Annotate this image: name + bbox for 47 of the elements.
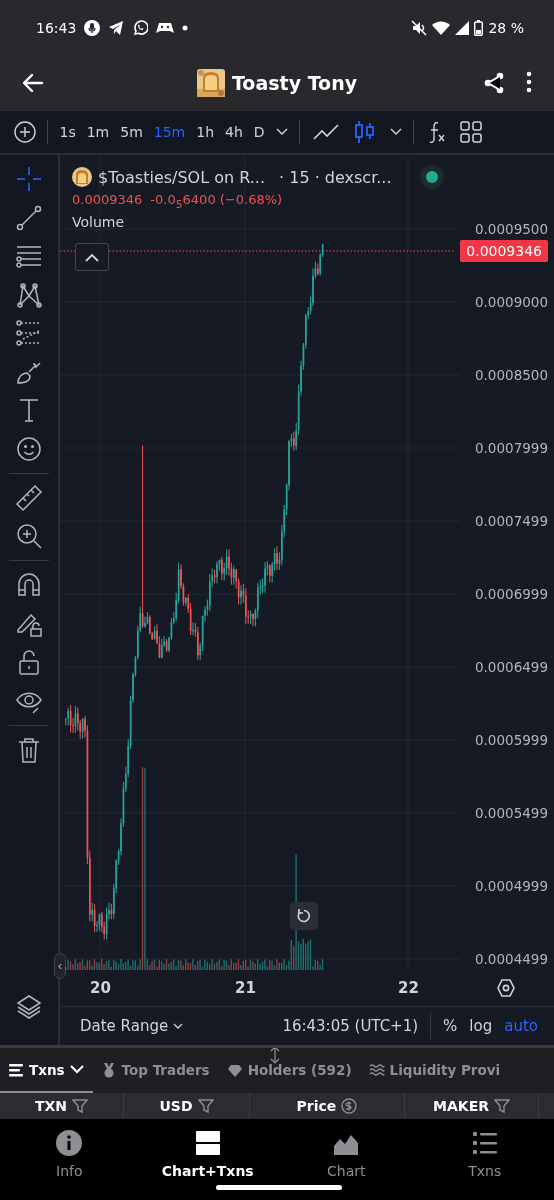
price-tick: 0.0004499 bbox=[475, 951, 548, 967]
clock-time: 16:43:05 (UTC+1) bbox=[282, 1017, 419, 1035]
price-change: -0.0$_{5}$6400 (−0.68%) bbox=[150, 192, 283, 211]
column-header: TXN bbox=[34, 1098, 68, 1114]
last-price: 0.0009346 bbox=[72, 192, 143, 209]
scale-option[interactable]: log bbox=[463, 1017, 499, 1035]
price-tick: 0.0004999 bbox=[475, 878, 548, 894]
interval-button[interactable]: 1s bbox=[54, 120, 82, 144]
scale-option[interactable]: auto bbox=[498, 1017, 544, 1035]
token-title: Toasty Tony bbox=[231, 72, 358, 94]
interval-button[interactable]: 15m bbox=[148, 120, 191, 144]
price-tick: 0.0007499 bbox=[475, 513, 548, 529]
price-tick: 0.0009000 bbox=[475, 294, 548, 310]
interval-button[interactable]: 5m bbox=[114, 120, 149, 144]
price-tick: 0.0008500 bbox=[475, 367, 548, 383]
price-tick: 0.0007999 bbox=[475, 440, 548, 456]
time-tick: 20 bbox=[90, 979, 111, 997]
price-tick: 0.0009500 bbox=[475, 221, 548, 237]
interval-button[interactable]: 1h bbox=[190, 120, 220, 144]
price-tick: 0.0006499 bbox=[475, 659, 548, 675]
date-range-dropdown[interactable]: Date Range bbox=[80, 1017, 184, 1035]
status-time: 16:43 bbox=[36, 19, 77, 36]
price-tick: 0.0005499 bbox=[475, 805, 548, 821]
symbol-name: $Toasties/SOL on R... bbox=[98, 167, 266, 187]
last-price-tag: 0.0009346 bbox=[460, 240, 548, 262]
interval-button[interactable]: D bbox=[248, 120, 271, 144]
nav-item[interactable]: Info bbox=[0, 1119, 139, 1200]
battery-level: 28 % bbox=[488, 19, 524, 36]
column-header: USD bbox=[159, 1098, 193, 1114]
volume-label: Volume bbox=[72, 213, 126, 230]
scale-option[interactable]: % bbox=[437, 1017, 464, 1035]
nav-item[interactable]: Txns bbox=[415, 1119, 554, 1200]
interval-button[interactable]: 4h bbox=[219, 120, 249, 144]
nav-item[interactable]: Chart+Txns bbox=[138, 1119, 277, 1200]
interval-button[interactable]: 1m bbox=[81, 120, 115, 144]
interval-source: · 15 · dexscr... bbox=[279, 167, 392, 187]
column-header: Price bbox=[296, 1098, 337, 1114]
nav-item[interactable]: Chart bbox=[277, 1119, 416, 1200]
price-tick: 0.0005999 bbox=[475, 732, 548, 748]
time-tick: 22 bbox=[398, 979, 419, 997]
panel-tab[interactable]: Top Traders bbox=[92, 1048, 219, 1093]
panel-tab[interactable]: Holders (592) bbox=[218, 1048, 361, 1093]
price-tick: 0.0006999 bbox=[475, 586, 548, 602]
column-header: MAKER bbox=[433, 1098, 489, 1114]
collapse-handle[interactable]: ‹ bbox=[54, 953, 66, 979]
panel-tab[interactable]: Liquidity Provi bbox=[360, 1048, 510, 1093]
time-tick: 21 bbox=[235, 979, 256, 997]
